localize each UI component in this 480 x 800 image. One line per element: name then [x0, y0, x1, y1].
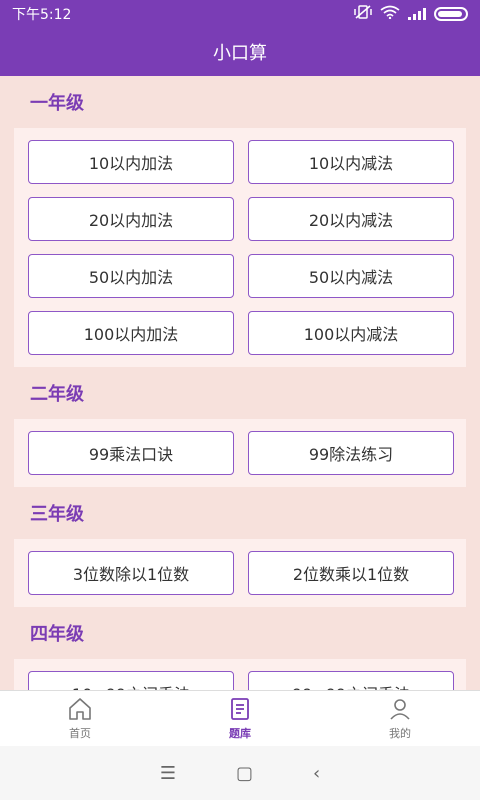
home-square-icon[interactable]: ▢	[236, 763, 253, 784]
exercise-button[interactable]: 50以内加法	[28, 254, 234, 298]
tab-label: 我的	[389, 727, 411, 740]
battery-icon	[434, 7, 468, 21]
tab-question-bank[interactable]: 题库	[160, 691, 320, 746]
tab-home[interactable]: 首页	[0, 691, 160, 746]
section-grade-1: 一年级 10以内加法 10以内减法 20以内加法 20以内减法 50以内加法 5…	[0, 76, 480, 367]
section-card: 10~99之间乘法 99~99之间乘法	[14, 659, 466, 690]
system-nav-bar: ☰ ▢ ‹	[0, 746, 480, 800]
section-title: 一年级	[30, 93, 84, 114]
section-grade-3: 三年级 3位数除以1位数 2位数乘以1位数	[0, 487, 480, 607]
section-grade-4: 四年级 10~99之间乘法 99~99之间乘法	[0, 607, 480, 690]
tab-label: 首页	[69, 727, 91, 740]
status-icons	[354, 5, 468, 23]
exercise-button[interactable]: 99乘法口诀	[28, 431, 234, 475]
section-title: 二年级	[30, 384, 84, 405]
exercise-button[interactable]: 10以内加法	[28, 140, 234, 184]
exercise-button[interactable]: 20以内加法	[28, 197, 234, 241]
vibrate-icon	[354, 5, 372, 23]
content-scroll[interactable]: 一年级 10以内加法 10以内减法 20以内加法 20以内减法 50以内加法 5…	[0, 76, 480, 690]
tab-label: 题库	[229, 727, 251, 740]
exercise-button[interactable]: 100以内减法	[248, 311, 454, 355]
back-icon[interactable]: ‹	[313, 763, 320, 784]
home-icon	[69, 698, 91, 720]
bottom-tab-bar: 首页 题库 我的	[0, 690, 480, 746]
exercise-button[interactable]: 99~99之间乘法	[248, 671, 454, 690]
person-icon	[390, 699, 410, 720]
tab-mine[interactable]: 我的	[320, 691, 480, 746]
exercise-button[interactable]: 99除法练习	[248, 431, 454, 475]
app-bar: 小口算	[0, 28, 480, 76]
signal-icon	[408, 8, 426, 20]
exercise-button[interactable]: 50以内减法	[248, 254, 454, 298]
section-title: 三年级	[30, 504, 84, 525]
section-grade-2: 二年级 99乘法口诀 99除法练习	[0, 367, 480, 487]
status-bar: 下午5:12	[0, 0, 480, 28]
status-time: 下午5:12	[12, 7, 72, 23]
section-title: 四年级	[30, 624, 84, 645]
section-card: 10以内加法 10以内减法 20以内加法 20以内减法 50以内加法 50以内减…	[14, 128, 466, 367]
section-card: 3位数除以1位数 2位数乘以1位数	[14, 539, 466, 607]
exercise-button[interactable]: 10~99之间乘法	[28, 671, 234, 690]
exercise-button[interactable]: 10以内减法	[248, 140, 454, 184]
menu-icon[interactable]: ☰	[160, 763, 176, 784]
exercise-button[interactable]: 2位数乘以1位数	[248, 551, 454, 595]
section-card: 99乘法口诀 99除法练习	[14, 419, 466, 487]
exercise-button[interactable]: 100以内加法	[28, 311, 234, 355]
exercise-button[interactable]: 20以内减法	[248, 197, 454, 241]
exercise-button[interactable]: 3位数除以1位数	[28, 551, 234, 595]
document-icon	[231, 698, 249, 720]
page-title: 小口算	[213, 43, 267, 64]
wifi-icon	[380, 5, 400, 23]
